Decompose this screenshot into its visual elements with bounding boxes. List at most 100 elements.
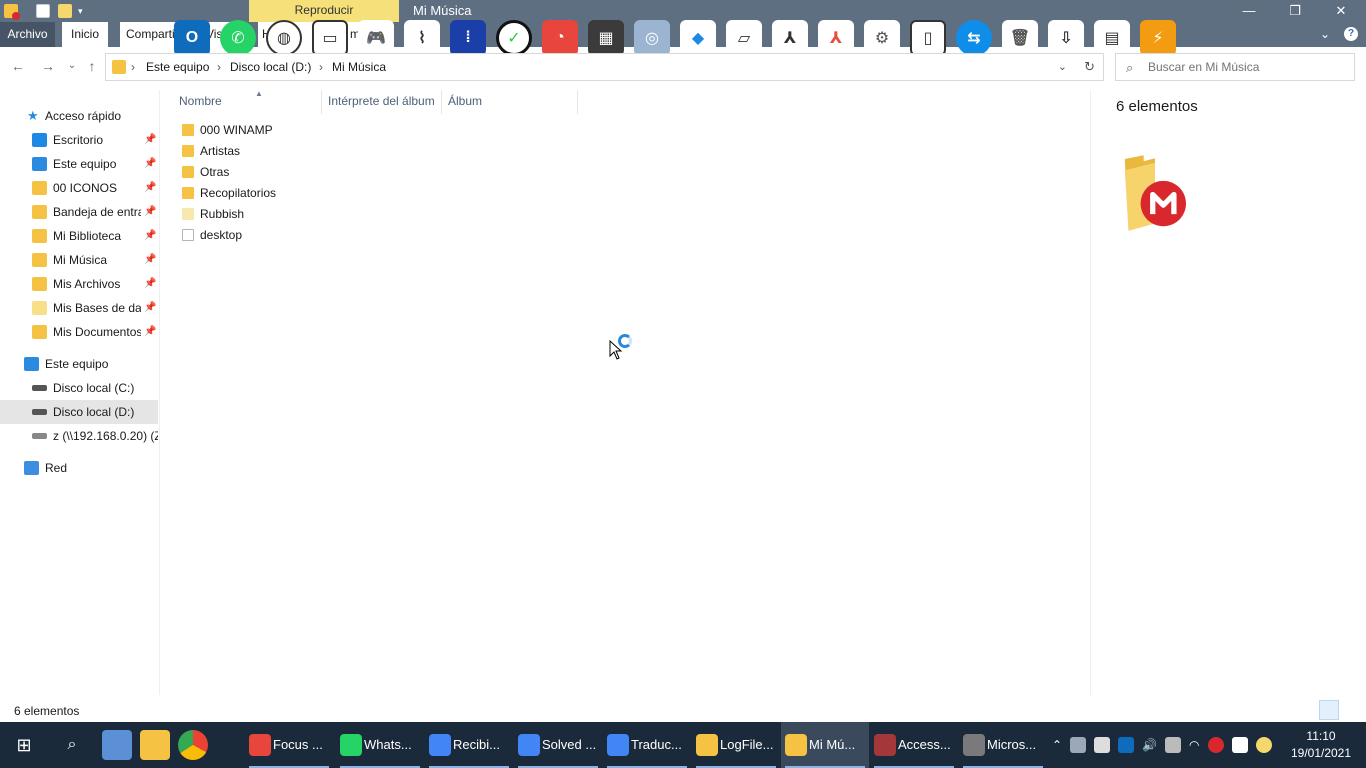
search-input[interactable]: [1148, 54, 1348, 80]
search-box[interactable]: ⌕: [1115, 53, 1355, 81]
network-drive-icon[interactable]: [1070, 737, 1087, 753]
taskbar-app[interactable]: Solved ...: [514, 722, 602, 768]
desktop-shortcut-icon[interactable]: [102, 730, 132, 760]
file-row[interactable]: Rubbish: [179, 204, 319, 225]
wifi-icon[interactable]: ◠: [1189, 738, 1199, 752]
breadcrumb-separator[interactable]: ›: [217, 54, 221, 80]
forward-arrow-icon[interactable]: →: [38, 56, 58, 76]
breadcrumb-mi-musica[interactable]: Mi Música: [332, 54, 386, 80]
expand-ribbon-icon[interactable]: ⌄: [1320, 22, 1330, 47]
show-hidden-icons-icon[interactable]: ⌃: [1052, 738, 1062, 752]
mega-tray-icon[interactable]: [1207, 737, 1224, 753]
tab-compartir[interactable]: Compartir: [120, 22, 182, 47]
pin-icon[interactable]: 📌: [144, 296, 156, 320]
status-bar: 6 elementos: [0, 700, 1366, 722]
nav-label: Red: [45, 461, 68, 475]
search-icon: ⌕: [1126, 60, 1134, 75]
column-header-album[interactable]: Álbum: [442, 90, 578, 114]
usb-icon[interactable]: [1094, 737, 1111, 753]
security-shield-icon[interactable]: [1231, 737, 1248, 753]
taskbar-app[interactable]: Traduc...: [603, 722, 691, 768]
weather-icon[interactable]: [1255, 737, 1272, 753]
file-row[interactable]: Recopilatorios: [179, 183, 319, 204]
pin-icon[interactable]: 📌: [144, 272, 156, 296]
nav-item[interactable]: Mis Documentos 📌: [0, 320, 158, 344]
taskbar-app[interactable]: Whats...: [336, 722, 424, 768]
taskbar-app[interactable]: Mi Mú...: [781, 722, 869, 768]
file-row[interactable]: Otras: [179, 162, 319, 183]
pin-icon[interactable]: 📌: [144, 320, 156, 344]
nav-item[interactable]: Escritorio 📌: [0, 128, 158, 152]
mega-folder-icon: [4, 4, 20, 20]
help-icon[interactable]: ?: [1344, 27, 1358, 41]
pin-icon[interactable]: 📌: [144, 128, 156, 152]
column-header-interprete[interactable]: Intérprete del álbum: [322, 90, 442, 114]
details-item-count: 6 elementos: [1116, 98, 1198, 115]
nav-quick-access[interactable]: ★ Acceso rápido: [0, 104, 158, 128]
pin-icon[interactable]: 📌: [144, 176, 156, 200]
nav-este-equipo[interactable]: Este equipo: [0, 352, 158, 376]
nav-drive[interactable]: Disco local (D:): [0, 400, 158, 424]
computer-icon: [32, 157, 47, 171]
taskbar-search-icon[interactable]: ⌕: [50, 722, 94, 768]
taskbar-app-label: Recibi...: [453, 737, 500, 752]
volume-icon[interactable]: 🔊: [1142, 738, 1157, 752]
pin-icon[interactable]: 📌: [144, 248, 156, 272]
large-icons-view-button[interactable]: [1341, 700, 1361, 720]
nav-item[interactable]: 00 ICONOS 📌: [0, 176, 158, 200]
file-row[interactable]: desktop: [179, 225, 319, 246]
customize-toolbar-icon[interactable]: ▾: [78, 6, 83, 17]
taskbar-app[interactable]: Micros...: [959, 722, 1047, 768]
pin-icon[interactable]: 📌: [144, 152, 156, 176]
file-name: Recopilatorios: [200, 186, 277, 200]
nav-item[interactable]: Mis Bases de datos📌: [0, 296, 158, 320]
clock[interactable]: 11:10 19/01/2021: [1288, 728, 1354, 762]
battery-icon[interactable]: [1165, 737, 1182, 753]
tab-archivo[interactable]: Archivo: [0, 22, 55, 47]
minimize-button[interactable]: —: [1226, 0, 1272, 22]
restore-button[interactable]: ❐: [1272, 0, 1318, 22]
file-list-view: Nombre ▲ Intérprete del álbum Álbum 000 …: [161, 89, 1089, 695]
folder-icon: [182, 187, 194, 199]
up-arrow-icon[interactable]: ↑: [82, 56, 102, 76]
nav-item[interactable]: Bandeja de entrada📌: [0, 200, 158, 224]
file-explorer-icon[interactable]: [140, 730, 170, 760]
properties-icon[interactable]: [36, 4, 50, 18]
tab-inicio[interactable]: Inicio: [62, 22, 108, 47]
refresh-icon[interactable]: ↻: [1084, 54, 1095, 80]
nav-item[interactable]: Mi Música 📌: [0, 248, 158, 272]
nav-label: Acceso rápido: [45, 109, 122, 123]
nav-item-label: Este equipo: [53, 157, 117, 171]
column-label: Nombre: [179, 94, 222, 108]
details-view-button[interactable]: [1319, 700, 1339, 720]
navigation-bar: ← → ⌄ ↑ › Este equipo › Disco local (D:)…: [0, 50, 1366, 84]
pin-icon[interactable]: 📌: [144, 224, 156, 248]
nav-drive[interactable]: Disco local (C:): [0, 376, 158, 400]
taskbar-app[interactable]: LogFile...: [692, 722, 780, 768]
taskbar-app[interactable]: Access...: [870, 722, 958, 768]
back-arrow-icon[interactable]: ←: [8, 56, 28, 76]
breadcrumb-este-equipo[interactable]: Este equipo: [146, 54, 209, 80]
breadcrumb-separator[interactable]: ›: [319, 54, 323, 80]
taskbar-app[interactable]: Focus ...: [245, 722, 333, 768]
recent-locations-icon[interactable]: ⌄: [62, 56, 82, 76]
chrome-icon[interactable]: [178, 730, 208, 760]
column-header-nombre[interactable]: Nombre ▲: [173, 89, 322, 114]
nav-item[interactable]: Mis Archivos 📌: [0, 272, 158, 296]
pin-icon[interactable]: 📌: [144, 200, 156, 224]
nav-item[interactable]: Mi Biblioteca 📌: [0, 224, 158, 248]
nav-drive[interactable]: z (\\192.168.0.20) (Z:): [0, 424, 158, 448]
chevron-down-icon[interactable]: ⌄: [1058, 54, 1067, 80]
new-folder-icon[interactable]: [58, 4, 72, 18]
taskbar-app-icon: [874, 734, 896, 756]
windows-start-icon[interactable]: ⊞: [0, 722, 48, 768]
outlook-tray-icon[interactable]: [1118, 737, 1135, 753]
nav-item[interactable]: Este equipo 📌: [0, 152, 158, 176]
address-bar[interactable]: › Este equipo › Disco local (D:) › Mi Mú…: [105, 53, 1104, 81]
file-row[interactable]: 000 WINAMP: [179, 120, 319, 141]
close-button[interactable]: ✕: [1318, 0, 1364, 22]
breadcrumb-disco-d[interactable]: Disco local (D:): [230, 54, 311, 80]
file-row[interactable]: Artistas: [179, 141, 319, 162]
nav-red[interactable]: Red: [0, 456, 158, 480]
taskbar-app[interactable]: Recibi...: [425, 722, 513, 768]
